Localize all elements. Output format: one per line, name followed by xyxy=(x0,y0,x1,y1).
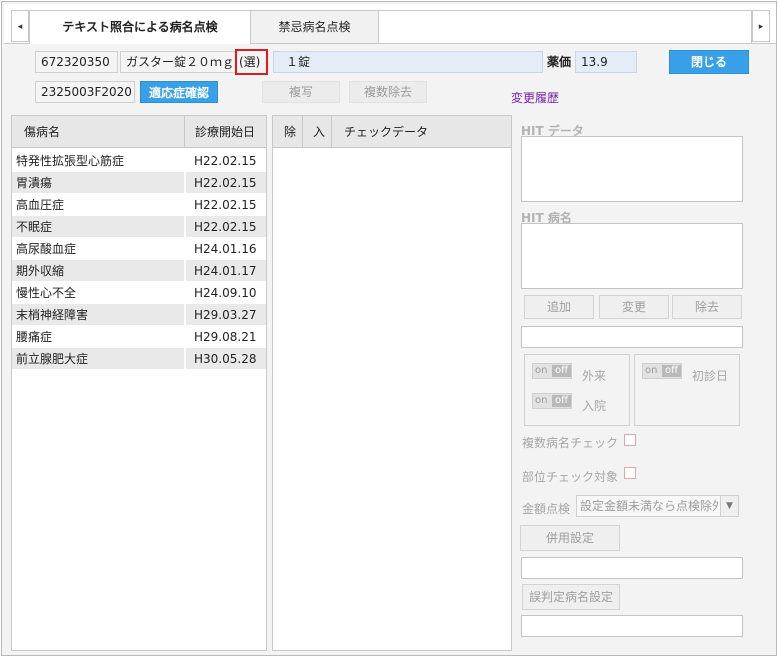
column-divider xyxy=(331,116,332,148)
multi-disease-checkbox[interactable] xyxy=(624,434,636,446)
drug-code-field: 672320350 xyxy=(35,51,118,73)
tab-scroll-right-icon[interactable]: ▸ xyxy=(752,10,770,42)
column-include[interactable]: 入 xyxy=(313,116,325,148)
disease-name-cell: 末梢神経障害 xyxy=(12,304,184,325)
start-date-cell: H22.02.15 xyxy=(186,216,266,237)
site-check-checkbox[interactable] xyxy=(624,467,636,479)
column-divider xyxy=(184,116,185,148)
hit-name-box[interactable] xyxy=(521,223,743,289)
misjudge-settings-button[interactable]: 誤判定病名設定 xyxy=(522,584,620,610)
disease-name-cell: 高血圧症 xyxy=(16,198,65,212)
table-row[interactable]: 胃潰瘍 H22.02.15 xyxy=(12,172,266,194)
change-history-link[interactable]: 変更履歴 xyxy=(511,89,559,106)
tab-contraindication-check[interactable]: 禁忌病名点検 xyxy=(250,10,379,43)
tab-empty-area xyxy=(378,10,752,43)
tab-scroll-left-icon[interactable]: ◂ xyxy=(11,10,29,42)
table-row[interactable]: 末梢神経障害 H29.03.27 xyxy=(12,304,266,326)
remove-button[interactable]: 除去 xyxy=(672,295,742,319)
column-exclude[interactable]: 除 xyxy=(284,116,296,148)
first-visit-toggle[interactable]: on off xyxy=(642,363,682,379)
table-row[interactable]: 腰痛症 H29.08.21 xyxy=(12,326,266,348)
column-disease-name[interactable]: 傷病名 xyxy=(24,116,60,148)
disease-table: 傷病名 診療開始日 特発性拡張型心筋症 H22.02.15 胃潰瘍 H22.02.15… xyxy=(11,115,267,651)
column-check-data[interactable]: チェックデータ xyxy=(344,116,428,148)
start-date-cell: H22.02.15 xyxy=(186,172,266,193)
check-table-header: 除 入 チェックデータ xyxy=(273,116,511,148)
multi-disease-check-label: 複数病名チェック xyxy=(522,436,619,450)
combined-settings-input[interactable] xyxy=(521,557,743,579)
disease-name-cell: 前立腺肥大症 xyxy=(12,348,184,369)
first-visit-label: 初診日 xyxy=(692,369,729,383)
close-button[interactable]: 閉じる xyxy=(669,50,749,74)
disease-name-cell: 腰痛症 xyxy=(16,330,53,344)
copy-button[interactable]: 複写 xyxy=(262,81,340,103)
disease-name-cell: 特発性拡張型心筋症 xyxy=(16,154,125,168)
table-row[interactable]: 高血圧症 H22.02.15 xyxy=(12,194,266,216)
table-row[interactable]: 慢性心不全 H24.09.10 xyxy=(12,282,266,304)
add-button[interactable]: 追加 xyxy=(524,295,594,319)
table-row[interactable]: 期外収縮 H24.01.17 xyxy=(12,260,266,282)
chevron-down-icon: ▼ xyxy=(720,496,738,516)
disease-name-cell: 高尿酸血症 xyxy=(16,242,77,256)
table-row[interactable]: 前立腺肥大症 H30.05.28 xyxy=(12,348,266,370)
amount-check-select[interactable]: 設定金額未満なら点検除外 ▼ xyxy=(576,495,739,517)
yj-code-field: 2325003F2020 xyxy=(35,81,135,103)
drug-name-field: ガスター錠２０ｍｇ xyxy=(120,51,236,73)
multi-remove-button[interactable]: 複数除去 xyxy=(349,81,427,103)
column-start-date[interactable]: 診療開始日 xyxy=(195,116,255,148)
start-date-cell: H29.03.27 xyxy=(186,304,266,325)
table-row[interactable]: 不眠症 H22.02.15 xyxy=(12,216,266,238)
start-date-cell: H29.08.21 xyxy=(194,330,257,344)
table-row[interactable]: 高尿酸血症 H24.01.16 xyxy=(12,238,266,260)
disease-name-cell: 慢性心不全 xyxy=(16,286,77,300)
outpatient-toggle[interactable]: on off xyxy=(532,363,572,379)
tab-text-match-check[interactable]: テキスト照合による病名点検 xyxy=(29,10,251,44)
combined-settings-button[interactable]: 併用設定 xyxy=(520,525,620,551)
column-divider xyxy=(302,116,303,148)
disease-name-cell: 胃潰瘍 xyxy=(12,172,184,193)
amount-check-label: 金額点検 xyxy=(522,502,571,516)
start-date-cell: H24.01.17 xyxy=(186,260,266,281)
hit-name-input[interactable] xyxy=(521,326,743,348)
start-date-cell: H24.01.16 xyxy=(194,242,257,256)
quantity-field: １錠 xyxy=(273,51,543,73)
inpatient-toggle[interactable]: on off xyxy=(532,393,572,409)
outpatient-label: 外来 xyxy=(582,369,607,383)
selection-marker: (選) xyxy=(235,49,268,75)
start-date-cell: H22.02.15 xyxy=(194,198,257,212)
check-data-table: 除 入 チェックデータ xyxy=(272,115,512,651)
price-field: 13.9 xyxy=(575,51,637,73)
disease-name-cell: 不眠症 xyxy=(12,216,184,237)
hit-data-box[interactable] xyxy=(521,136,743,202)
table-row[interactable]: 特発性拡張型心筋症 H22.02.15 xyxy=(12,150,266,172)
indication-check-button[interactable]: 適応症確認 xyxy=(140,81,218,103)
disease-table-header: 傷病名 診療開始日 xyxy=(12,116,266,148)
inpatient-label: 入院 xyxy=(582,399,607,413)
start-date-cell: H22.02.15 xyxy=(194,154,257,168)
misjudge-settings-input[interactable] xyxy=(521,615,743,637)
price-label: 薬価 xyxy=(547,55,572,69)
site-check-label: 部位チェック対象 xyxy=(522,470,619,484)
app-window: ◂ テキスト照合による病名点検 禁忌病名点検 ▸ 672320350 ガスター錠… xyxy=(1,1,777,656)
change-button[interactable]: 変更 xyxy=(599,295,669,319)
start-date-cell: H24.09.10 xyxy=(194,286,257,300)
start-date-cell: H30.05.28 xyxy=(186,348,266,369)
disease-name-cell: 期外収縮 xyxy=(12,260,184,281)
